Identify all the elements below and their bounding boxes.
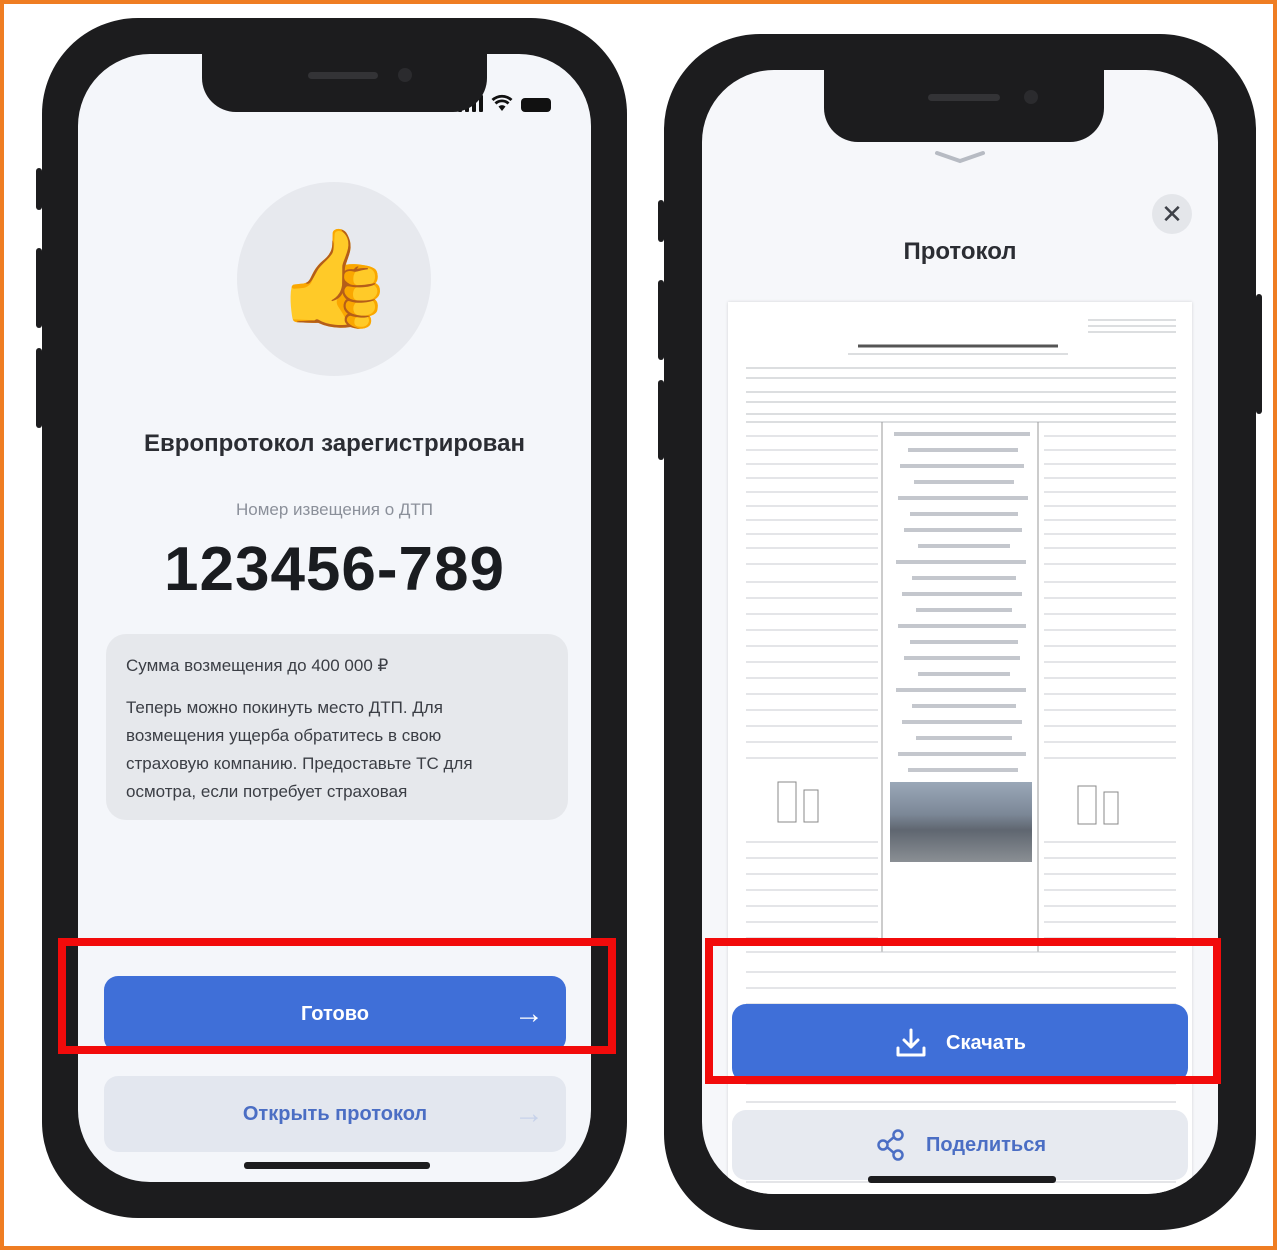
- volume-up-button: [36, 248, 42, 328]
- arrow-right-icon: →: [514, 1097, 544, 1130]
- info-line: возмещения ущерба обратитесь в свою: [126, 726, 442, 745]
- mute-switch: [658, 200, 664, 242]
- battery-icon: [521, 98, 551, 112]
- done-button-label: Готово: [300, 1002, 370, 1025]
- done-button[interactable]: Готово →: [104, 976, 566, 1052]
- open-protocol-button[interactable]: Открыть протокол →: [104, 1076, 566, 1152]
- mute-switch: [36, 168, 42, 210]
- share-icon: [874, 1128, 908, 1162]
- info-line: страховую компанию. Предоставьте ТС для: [126, 754, 473, 773]
- thumbs-up-icon: 👍: [237, 182, 431, 376]
- speaker: [308, 72, 378, 79]
- protocol-preview-screen: ✕ Протокол Скачать Поделиться: [702, 70, 1218, 1194]
- europrotocol-success-screen: 👍 Европротокол зарегистрирован Номер изв…: [78, 54, 591, 1182]
- info-text: Теперь можно покинуть место ДТП. Для воз…: [126, 694, 548, 806]
- chevron-down-icon[interactable]: [934, 150, 986, 164]
- notch: [824, 70, 1104, 142]
- share-button-label: Поделиться: [925, 1133, 1047, 1156]
- accident-photo: [890, 782, 1032, 862]
- home-indicator[interactable]: [244, 1162, 430, 1169]
- phone-left: 👍 Европротокол зарегистрирован Номер изв…: [36, 18, 627, 1218]
- info-line: Теперь можно покинуть место ДТП. Для: [126, 698, 443, 717]
- volume-up-button: [658, 280, 664, 360]
- arrow-right-icon: →: [514, 997, 544, 1030]
- download-button[interactable]: Скачать: [732, 1004, 1188, 1082]
- thumbs-up-emoji: 👍: [274, 225, 394, 332]
- front-camera: [398, 68, 412, 82]
- wifi-icon: [491, 94, 513, 111]
- notice-number-label: Номер извещения о ДТП: [236, 500, 433, 519]
- front-camera: [1024, 90, 1038, 104]
- close-icon[interactable]: ✕: [1152, 194, 1192, 234]
- info-card: Сумма возмещения до 400 000 ₽ Теперь мож…: [106, 634, 568, 820]
- download-button-label: Скачать: [946, 1031, 1026, 1054]
- volume-down-button: [658, 380, 664, 460]
- speaker: [928, 94, 1000, 101]
- download-icon: [894, 1026, 928, 1060]
- notch: [202, 54, 487, 112]
- info-line: осмотра, если потребует страховая: [126, 782, 408, 801]
- compensation-amount: Сумма возмещения до 400 000 ₽: [126, 656, 389, 675]
- home-indicator[interactable]: [868, 1176, 1056, 1183]
- page-title: Европротокол зарегистрирован: [144, 430, 525, 457]
- open-protocol-button-label: Открыть протокол: [242, 1102, 428, 1125]
- notice-number: 123456-789: [164, 535, 505, 604]
- power-button: [1256, 294, 1262, 414]
- phone-right: ✕ Протокол Скачать Поделиться: [658, 34, 1262, 1230]
- page-title: Протокол: [903, 238, 1017, 265]
- share-button[interactable]: Поделиться: [732, 1110, 1188, 1180]
- volume-down-button: [36, 348, 42, 428]
